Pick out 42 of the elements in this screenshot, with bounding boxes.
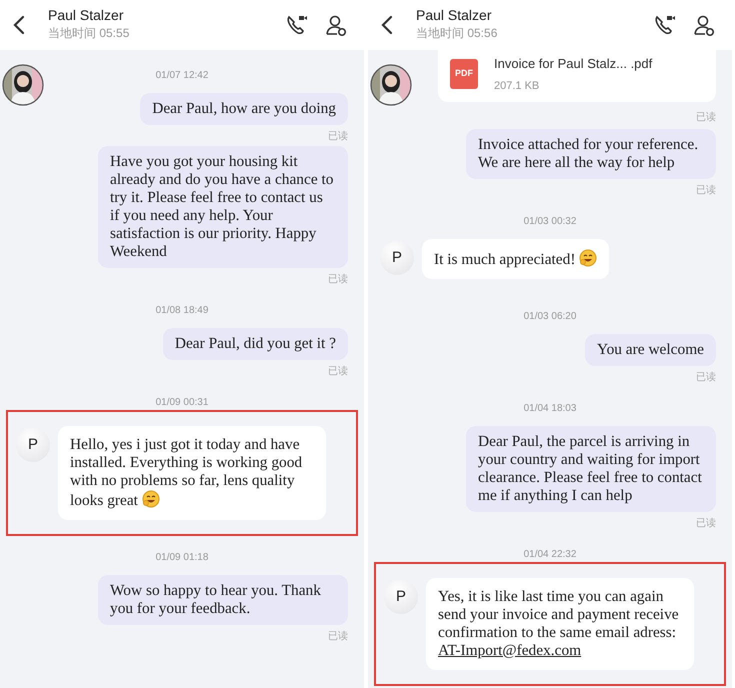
timestamp: 01/04 18:03 [522,402,578,416]
read-receipt: 已读 [695,370,716,385]
timestamp: 01/03 00:32 [522,215,578,229]
message-bubble: Dear Paul, how are you doing [140,93,348,125]
read-receipt: 已读 [327,130,348,144]
avatar[interactable]: P [380,241,414,275]
message-bubble: Hello, yes i just got it today and have installed. Everything is working good with no problems so far, lens quality looks great [58,426,326,520]
message-bubble: Have you got your housing kit already and do you have a chance to try it. Please feel free to contact us if you need any help. Your satisfaction is our priority. Happy Weekend [98,146,348,268]
message-bubble: Wow so happy to hear you. Thank you for your feedback. [98,575,348,625]
avatar[interactable]: P [16,428,50,462]
local-time: 当地时间 05:55 [48,24,130,42]
read-receipt: 已读 [327,630,348,644]
read-receipt: 已读 [695,516,716,531]
message-bubble: You are welcome [585,334,716,366]
contact-name: Paul Stalzer [416,8,492,24]
timestamp: 01/09 00:31 [154,396,210,410]
emoji-icon [579,249,598,267]
read-receipt: 已读 [695,184,716,198]
email-link[interactable]: AT-Import@fedex.com [438,642,582,659]
read-receipt: 已读 [695,110,716,125]
timestamp: 01/09 01:18 [154,551,210,565]
emoji-icon [142,490,160,508]
user-settings-icon[interactable] [692,13,716,37]
local-time: 当地时间 05:56 [416,24,498,42]
file-card[interactable]: PDF Invoice for Paul Stalz... .pdf 207.1 KB [438,50,716,102]
read-receipt: 已读 [327,364,348,379]
timestamp: 01/08 18:49 [154,304,210,318]
message-bubble: Yes, it is like last time you can again send your invoice and payment receive confirmation to the same email adress: AT-Import@fedex.com [426,578,694,670]
message-bubble: It is much appreciated! [422,239,610,279]
file-size: 207.1 KB [494,78,540,94]
file-name: Invoice for Paul Stalz... .pdf [494,55,652,73]
message-bubble: Dear Paul, the parcel is arriving in your country and waiting for import clearance. Please feel free to contact me if anything I can help [466,426,716,512]
avatar[interactable]: P [384,580,418,614]
file-type-label: PDF [455,67,473,80]
contact-name: Paul Stalzer [48,8,124,24]
timestamp: 01/07 12:42 [154,69,210,83]
timestamp: 01/03 06:20 [522,310,578,324]
user-settings-icon[interactable] [324,13,348,37]
timestamp: 01/04 22:32 [522,548,578,562]
message-bubble: Invoice attached for your reference. We are here all the way for help [466,129,716,179]
read-receipt: 已读 [327,272,348,287]
message-bubble: Dear Paul, did you get it ? [162,328,348,360]
